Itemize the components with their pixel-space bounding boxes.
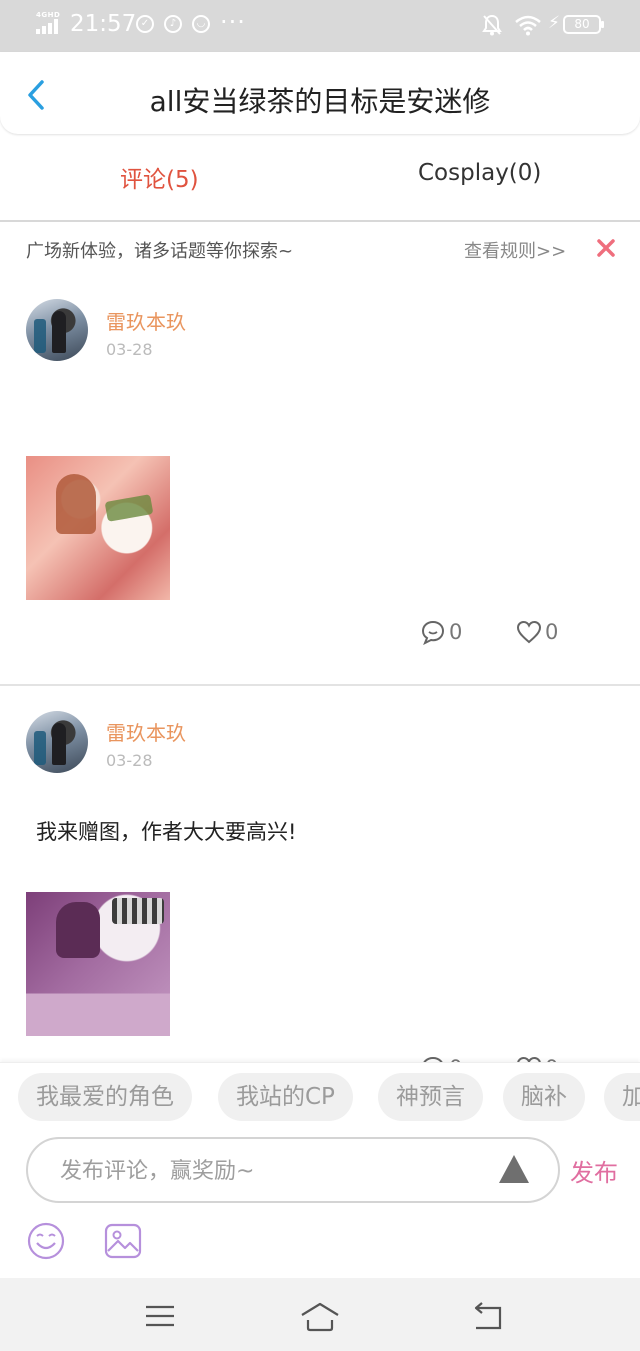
menu-icon[interactable] <box>140 1298 180 1334</box>
tab-bar: 评论(5) Cosplay(0) <box>0 134 640 220</box>
close-icon[interactable] <box>596 238 616 258</box>
wifi-icon <box>515 15 541 36</box>
like-button[interactable]: 0 <box>516 1054 558 1062</box>
topic-chip[interactable]: 我站的CP <box>218 1073 353 1121</box>
comment-count: 0 <box>449 620 463 644</box>
topic-chip[interactable]: 我最爱的角色 <box>18 1073 192 1121</box>
post-date: 03-28 <box>106 751 153 770</box>
network-type: 4GHD <box>36 11 61 19</box>
topic-chip[interactable]: 加 <box>604 1073 640 1121</box>
view-rules-link[interactable]: 查看规则>> <box>464 237 566 263</box>
emoji-icon[interactable] <box>26 1221 66 1261</box>
topic-chips: 我最爱的角色 我站的CP 神预言 脑补 加 <box>0 1073 640 1123</box>
page-title: all安当绿茶的目标是安迷修 <box>149 85 491 118</box>
like-count: 0 <box>545 620 559 644</box>
username[interactable]: 雷玖本玖 <box>106 717 186 746</box>
system-nav-bar <box>0 1278 640 1351</box>
comment-input[interactable] <box>60 1151 480 1191</box>
bell-muted-icon <box>482 14 502 36</box>
clock: 21:57 <box>70 11 137 37</box>
topic-chip[interactable]: 神预言 <box>378 1073 483 1121</box>
post-image[interactable] <box>26 456 170 600</box>
triangle-expand-icon[interactable] <box>498 1153 530 1185</box>
comment-bubble-icon <box>421 620 445 645</box>
music-icon: ♪ <box>164 15 182 33</box>
avatar[interactable] <box>26 299 88 361</box>
username[interactable]: 雷玖本玖 <box>106 306 186 335</box>
comment-composer: 我最爱的角色 我站的CP 神预言 脑补 加 发布 <box>0 1062 640 1278</box>
topic-chip[interactable]: 脑补 <box>503 1073 585 1121</box>
status-bar: 4GHD 21:57 ✓ ♪ ◡ ··· ⚡ 80 <box>0 0 640 52</box>
comment-input-box <box>26 1137 560 1203</box>
home-icon[interactable] <box>300 1298 340 1334</box>
post-item: 雷玖本玖 03-28 我来赠图，作者大大要高兴! 0 0 <box>0 686 640 1062</box>
header: all安当绿茶的目标是安迷修 <box>0 52 640 134</box>
avatar[interactable] <box>26 711 88 773</box>
post-date: 03-28 <box>106 340 153 359</box>
battery-icon: 80 <box>563 15 604 34</box>
charging-icon: ⚡ <box>548 13 560 33</box>
comment-button[interactable]: 0 <box>420 1054 462 1062</box>
like-button[interactable]: 0 <box>516 618 558 646</box>
post-text: 我来赠图，作者大大要高兴! <box>36 820 297 844</box>
heart-icon <box>516 620 542 644</box>
more-notifications-icon: ··· <box>220 8 246 36</box>
notice-text: 广场新体验，诸多话题等你探索~ <box>26 241 294 262</box>
tab-cosplay[interactable]: Cosplay(0) <box>418 160 541 186</box>
signal-icon <box>36 19 62 34</box>
publish-button[interactable]: 发布 <box>570 1153 618 1188</box>
tab-comments[interactable]: 评论(5) <box>120 160 199 194</box>
notice-banner: 广场新体验，诸多话题等你探索~ 查看规则>> <box>0 222 640 272</box>
smiley-app-icon: ◡ <box>192 15 210 33</box>
back-nav-icon[interactable] <box>468 1298 508 1334</box>
post-item: 雷玖本玖 03-28 0 0 <box>0 272 640 684</box>
comment-button[interactable]: 0 <box>420 618 462 646</box>
weibo-icon: ✓ <box>136 15 154 33</box>
image-icon[interactable] <box>103 1221 143 1261</box>
post-image[interactable] <box>26 892 170 1036</box>
comment-bubble-icon <box>423 1056 443 1062</box>
